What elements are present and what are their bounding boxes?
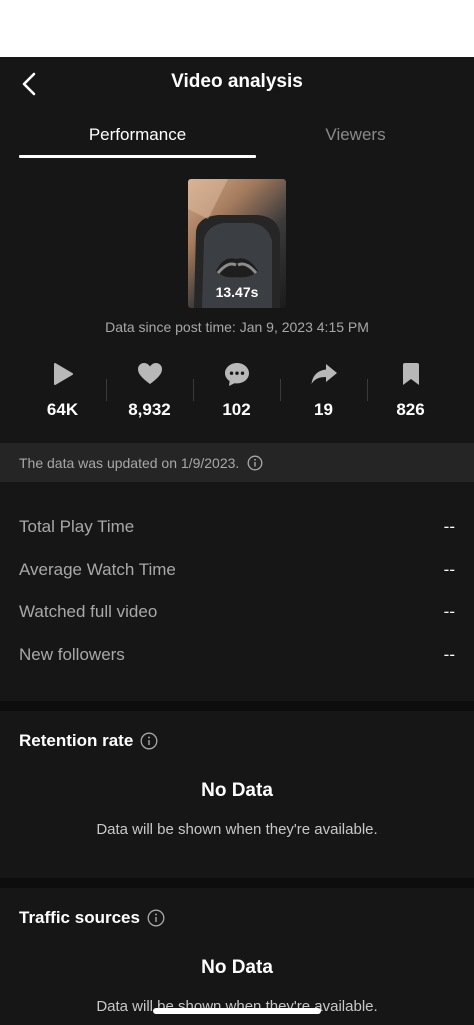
update-notice-text: The data was updated on 1/9/2023. (19, 454, 240, 471)
heart-icon (137, 363, 162, 384)
page-title: Video analysis (171, 71, 303, 92)
traffic-title-text: Traffic sources (19, 908, 140, 927)
stats-row: 64K 8,932 102 19 826 (0, 357, 474, 427)
stat-shares: 19 (280, 357, 367, 420)
comment-icon (224, 363, 249, 386)
retention-no-data: No Data (201, 780, 273, 801)
metric-value: -- (443, 602, 455, 621)
metric-label: Watched full video (19, 602, 158, 621)
section-divider (0, 878, 474, 888)
metric-row-new-followers: New followers -- (0, 635, 474, 678)
tab-performance[interactable]: Performance (19, 125, 256, 145)
metric-row-watched-full-video: Watched full video -- (0, 592, 474, 635)
metric-row-average-watch-time: Average Watch Time -- (0, 550, 474, 593)
stat-value: 8,932 (128, 400, 171, 419)
retention-section-title: Retention rate (19, 731, 158, 751)
info-icon[interactable] (147, 909, 165, 927)
share-icon (311, 364, 337, 384)
retention-no-data-message: Data will be shown when they're availabl… (96, 821, 378, 838)
home-indicator[interactable] (153, 1008, 321, 1014)
tab-bar: Performance Viewers (0, 111, 474, 161)
traffic-no-data: No Data (201, 957, 273, 978)
stat-views: 64K (19, 357, 106, 420)
stat-favorites: 826 (367, 357, 454, 420)
metric-value: -- (443, 517, 455, 536)
play-icon (53, 363, 73, 385)
metric-row-total-play-time: Total Play Time -- (0, 507, 474, 550)
header: Video analysis (0, 57, 474, 111)
traffic-section-title: Traffic sources (19, 908, 165, 928)
post-time-label: Data since post time: Jan 9, 2023 4:15 P… (105, 319, 369, 335)
stat-value: 64K (46, 400, 79, 419)
stat-value: 19 (314, 400, 333, 419)
info-icon[interactable] (247, 455, 263, 471)
bookmark-icon (402, 363, 419, 385)
tab-viewers[interactable]: Viewers (237, 125, 474, 145)
stat-comments: 102 (193, 357, 280, 420)
metric-value: -- (443, 559, 455, 579)
status-bar-area (0, 0, 474, 57)
metric-value: -- (443, 644, 455, 664)
metrics-list: Total Play Time -- Average Watch Time --… (0, 507, 474, 677)
stat-likes: 8,932 (106, 357, 193, 420)
metric-label: New followers (19, 644, 125, 664)
video-duration: 13.47s (215, 284, 259, 300)
metric-label: Total Play Time (19, 517, 135, 536)
stat-value: 102 (222, 400, 251, 419)
update-notice: The data was updated on 1/9/2023. (0, 443, 474, 482)
metric-label: Average Watch Time (19, 559, 176, 579)
retention-title-text: Retention rate (19, 731, 134, 750)
stat-value: 826 (396, 400, 425, 419)
section-divider (0, 701, 474, 711)
info-icon[interactable] (140, 732, 158, 750)
active-tab-indicator (19, 155, 256, 158)
video-thumbnail[interactable]: 13.47s (188, 179, 286, 308)
